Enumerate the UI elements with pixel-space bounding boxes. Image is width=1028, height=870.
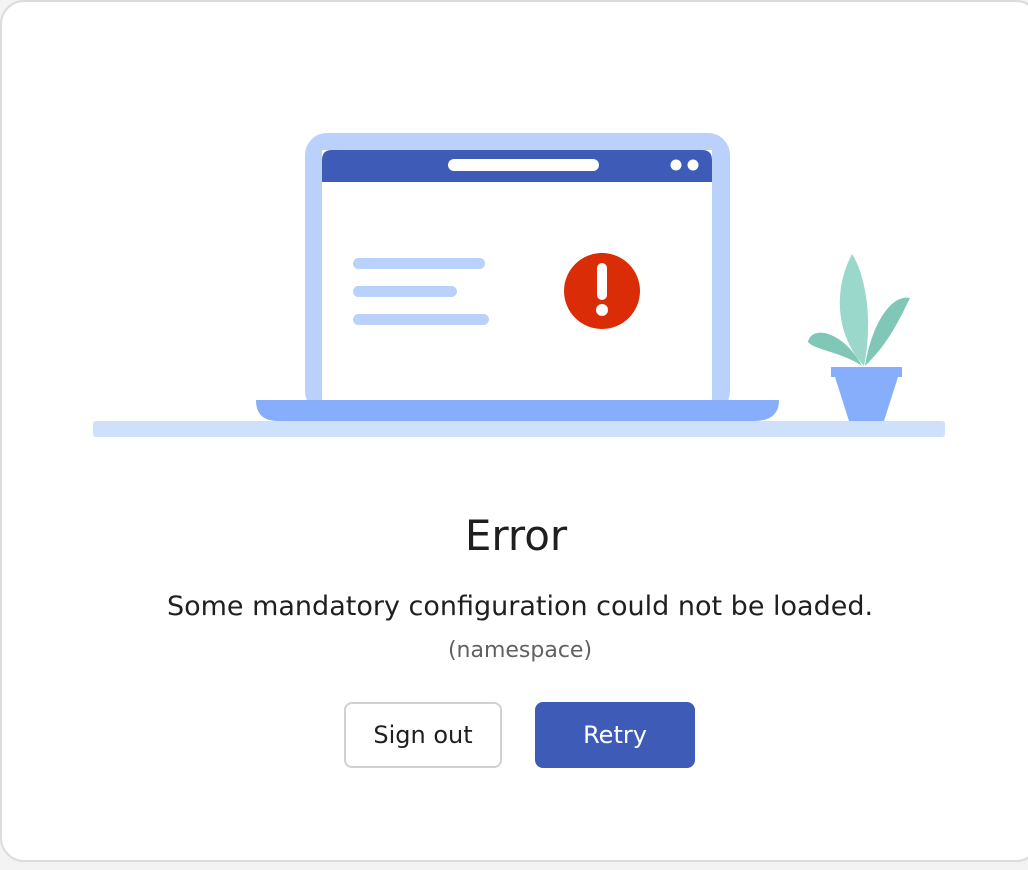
browser-dot-icon <box>670 159 682 171</box>
laptop-base <box>256 400 779 421</box>
screen-text-line <box>353 286 457 297</box>
error-dialog: Error Some mandatory configuration could… <box>0 0 1028 862</box>
laptop-error-illustration <box>93 133 945 437</box>
browser-dot-icon <box>687 159 699 171</box>
screen-text-line <box>353 314 489 325</box>
error-message: Some mandatory configuration could not b… <box>166 591 874 622</box>
sign-out-button[interactable]: Sign out <box>344 702 502 768</box>
exclamation-icon <box>564 253 640 329</box>
retry-button[interactable]: Retry <box>535 702 695 768</box>
plant-icon <box>808 254 910 421</box>
dialog-title: Error <box>464 511 568 560</box>
laptop-screen <box>322 150 712 402</box>
browser-address-bar <box>448 159 599 171</box>
screen-text-line <box>353 258 485 269</box>
error-detail: (namespace) <box>447 638 593 663</box>
desk-shelf <box>93 421 945 437</box>
